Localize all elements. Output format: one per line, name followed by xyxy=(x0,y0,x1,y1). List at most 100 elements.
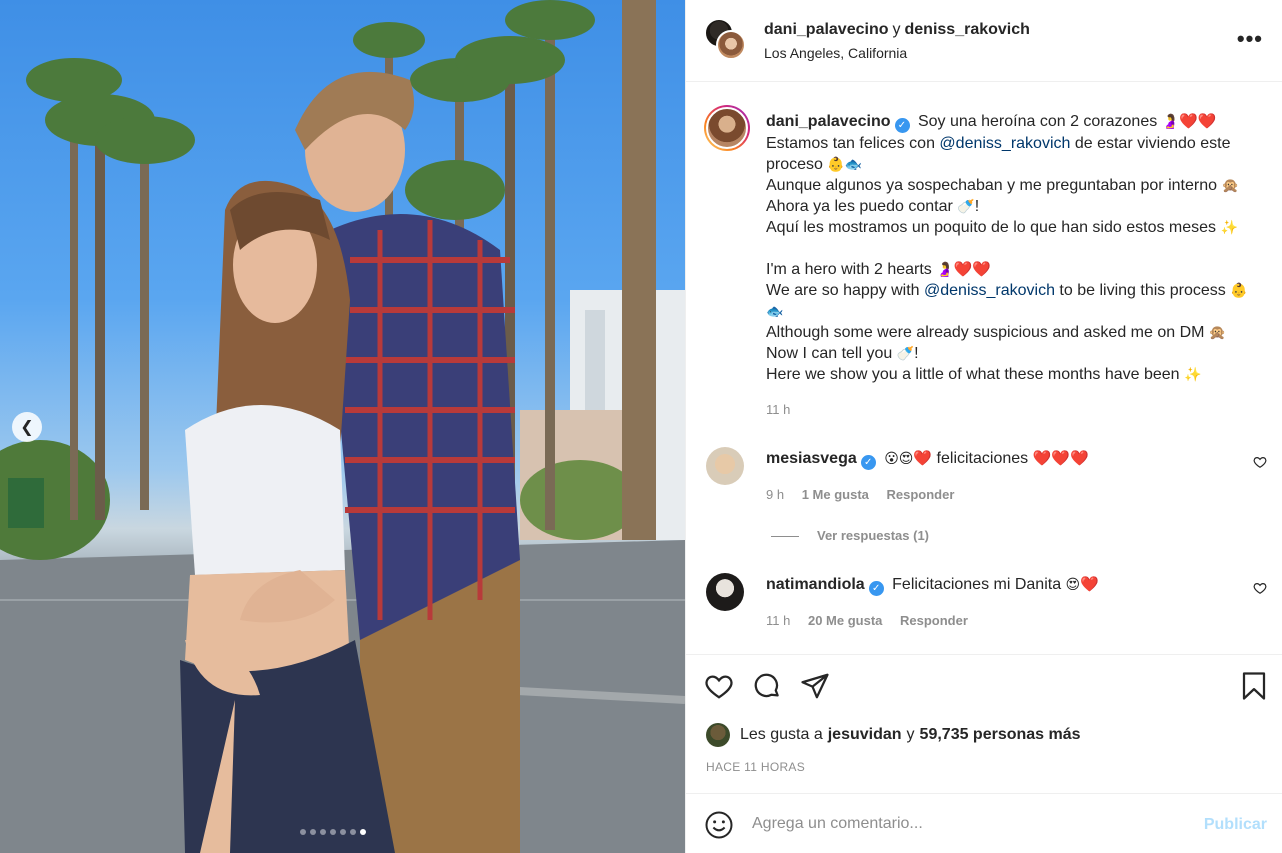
liker-username-link[interactable]: jesuvidan xyxy=(828,726,902,744)
avatar xyxy=(716,30,746,60)
caption-text: I'm a hero with 2 hearts xyxy=(766,261,932,278)
mention-link[interactable]: @deniss_rakovich xyxy=(924,282,1055,299)
pregnant-woman-emoji-icon: 🤰 xyxy=(936,261,954,277)
share-send-icon[interactable] xyxy=(800,671,830,706)
caption-text: Ahora ya les puedo contar xyxy=(766,198,953,215)
post-photo[interactable]: ❮ xyxy=(0,0,685,853)
likes-count-link[interactable]: 59,735 personas más xyxy=(920,726,1081,744)
carousel-dot xyxy=(300,829,306,835)
carousel-dot xyxy=(350,829,356,835)
avatar[interactable] xyxy=(704,105,750,151)
photo-illustration xyxy=(0,0,685,853)
caption-text: Aquí les mostramos un poquito de lo que … xyxy=(766,219,1217,236)
post-actions: Les gusta a jesuvidan y 59,735 personas … xyxy=(686,654,1282,792)
caption-text: de estar viviendo este xyxy=(1070,135,1231,152)
collab-avatars[interactable] xyxy=(704,18,746,60)
comment-timestamp[interactable]: 9 h xyxy=(766,487,784,502)
author-username-link[interactable]: deniss_rakovich xyxy=(905,21,1030,38)
view-replies-button[interactable]: Ver respuestas (1) xyxy=(771,528,929,543)
comment-input[interactable] xyxy=(752,812,1172,836)
previous-photo-button[interactable]: ❮ xyxy=(12,412,42,442)
author-username-link[interactable]: dani_palavecino xyxy=(764,21,889,38)
post-caption: dani_palavecino ✓ Soy una heroína con 2 c… xyxy=(766,113,1248,383)
avatar xyxy=(706,723,730,747)
carousel-dot xyxy=(310,829,316,835)
verified-badge-icon: ✓ xyxy=(860,455,876,470)
comment-timestamp[interactable]: 11 h xyxy=(766,613,790,628)
heart-eyes-emoji-icon: 😍 xyxy=(1065,576,1081,592)
carousel-dot-active xyxy=(360,829,366,835)
caption-text: to be living this process xyxy=(1054,282,1226,299)
comment-username-link[interactable]: mesiasvega xyxy=(766,450,857,467)
author-connector: y xyxy=(892,21,901,38)
verified-badge-icon: ✓ xyxy=(868,581,884,596)
caption-username-link[interactable]: dani_palavecino xyxy=(766,113,891,130)
comment-like-heart-icon[interactable] xyxy=(1253,581,1267,598)
avatar[interactable] xyxy=(706,573,744,611)
post-timestamp[interactable]: HACE 11 HORAS xyxy=(706,760,805,774)
comment-meta: 9 h 1 Me gusta Responder xyxy=(766,487,968,502)
carousel-dot xyxy=(320,829,326,835)
comment-icon[interactable] xyxy=(752,671,782,706)
fish-emoji-icon: 🐟 xyxy=(766,303,784,319)
caption-text: Although some were already suspicious an… xyxy=(766,324,1205,341)
comment-meta: 11 h 20 Me gusta Responder xyxy=(766,613,982,628)
post-authors: dani_palavecino y deniss_rakovich xyxy=(764,21,1030,39)
heart-emoji-icon: ❤️ xyxy=(1069,450,1089,467)
caption-text: We are so happy with xyxy=(766,282,925,299)
heart-emoji-icon: ❤️ xyxy=(1051,450,1070,467)
post-side-panel: dani_palavecino y deniss_rakovich Los Ange… xyxy=(685,0,1282,853)
baby-emoji-icon: 👶 xyxy=(1230,282,1248,298)
likes-summary: Les gusta a jesuvidan y 59,735 personas … xyxy=(706,723,1086,747)
caption-text: Now I can tell you xyxy=(766,345,893,362)
emoji-smiley-icon[interactable] xyxy=(704,810,734,845)
comment-text: mesiasvega ✓ 😮😍❤️ felicitaciones ❤️❤️❤️ xyxy=(766,449,1089,470)
post-header: dani_palavecino y deniss_rakovich Los Ange… xyxy=(686,0,1282,82)
comment-body: Felicitaciones mi Danita xyxy=(892,576,1062,593)
reply-button[interactable]: Responder xyxy=(887,487,955,502)
mention-link[interactable]: @deniss_rakovich xyxy=(939,135,1070,152)
comment-likes-link[interactable]: 20 Me gusta xyxy=(808,613,882,628)
heart-emoji-icon: ❤️ xyxy=(953,261,973,278)
sparkles-emoji-icon: ✨ xyxy=(1220,219,1238,235)
carousel-indicator xyxy=(300,829,366,835)
comment-body: felicitaciones xyxy=(936,450,1029,467)
save-bookmark-icon[interactable] xyxy=(1239,671,1269,706)
heart-emoji-icon: ❤️ xyxy=(1197,113,1217,130)
comments-list: dani_palavecino ✓ Soy una heroína con 2 c… xyxy=(686,83,1282,653)
reply-button[interactable]: Responder xyxy=(900,613,968,628)
publish-button[interactable]: Publicar xyxy=(1204,816,1267,834)
caption-timestamp[interactable]: 11 h xyxy=(766,402,790,417)
caption-text: Here we show you a little of what these … xyxy=(766,366,1180,383)
carousel-dot xyxy=(330,829,336,835)
pregnant-woman-emoji-icon: 🤰 xyxy=(1161,113,1180,129)
avatar[interactable] xyxy=(706,447,744,485)
verified-badge-icon: ✓ xyxy=(894,118,910,133)
comment-text: natimandiola ✓ Felicitaciones mi Danita 😍… xyxy=(766,575,1099,596)
likes-connector: y xyxy=(906,726,915,743)
heart-eyes-emoji-icon: 😍 xyxy=(898,450,914,466)
heart-emoji-icon: ❤️ xyxy=(1179,113,1198,130)
caption-text: Soy una heroína con 2 corazones xyxy=(917,113,1158,130)
heart-emoji-icon: ❤️ xyxy=(972,261,992,278)
heart-emoji-icon: ❤️ xyxy=(913,450,933,467)
comment-like-heart-icon[interactable] xyxy=(1253,455,1267,472)
fish-emoji-icon: 🐟 xyxy=(844,156,863,172)
more-options-icon[interactable]: ••• xyxy=(1237,26,1263,52)
baby-emoji-icon: 👶 xyxy=(827,156,845,172)
heart-emoji-icon: ❤️ xyxy=(1032,450,1052,467)
add-comment-bar: Publicar xyxy=(686,793,1282,853)
baby-bottle-emoji-icon: 🍼 xyxy=(896,345,915,361)
baby-bottle-emoji-icon: 🍼 xyxy=(957,198,975,214)
location-link[interactable]: Los Angeles, California xyxy=(764,45,907,61)
like-heart-icon[interactable] xyxy=(704,671,734,706)
surprised-emoji-icon: 😮 xyxy=(884,450,899,466)
comment-username-link[interactable]: natimandiola xyxy=(766,576,865,593)
chevron-left-icon: ❮ xyxy=(20,419,34,436)
heart-emoji-icon: ❤️ xyxy=(1080,576,1099,593)
view-replies-label: Ver respuestas (1) xyxy=(817,528,930,543)
comment-likes-link[interactable]: 1 Me gusta xyxy=(802,487,869,502)
monkey-emoji-icon: 🙊 xyxy=(1208,324,1227,340)
caption-text: Aunque algunos ya sospechaban y me pregu… xyxy=(766,177,1217,194)
likes-prefix: Les gusta a xyxy=(740,726,823,743)
